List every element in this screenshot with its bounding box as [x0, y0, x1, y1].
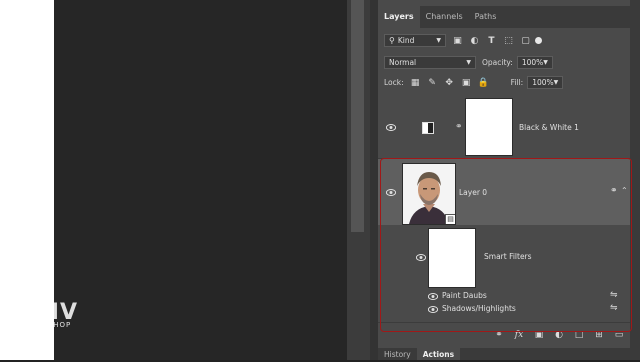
fill-label: Fill: [510, 78, 524, 87]
filter-row: ⚲ Kind ▼ ▣ ◐ T ⬚ ▢ [384, 34, 638, 47]
tab-paths[interactable]: Paths [469, 6, 503, 28]
chevron-down-icon: ▼ [436, 37, 441, 44]
chevron-down-icon: ▼ [466, 59, 471, 66]
link-chain-icon[interactable]: ⚭ [455, 122, 463, 132]
shape-filter-icon[interactable]: ⬚ [503, 35, 514, 46]
lock-artboard-icon[interactable]: ▣ [461, 77, 472, 88]
lock-transparent-icon[interactable]: ▦ [410, 77, 421, 88]
fill-field[interactable]: 100% ▼ [527, 76, 564, 89]
lock-all-icon[interactable]: 🔒 [478, 77, 489, 88]
watermark-logo: BLIV PHOTOSHOP [18, 300, 78, 329]
adjustment-filter-icon[interactable]: ◐ [469, 35, 480, 46]
chevron-down-icon: ▼ [553, 79, 559, 86]
lock-position-icon[interactable]: ✥ [444, 77, 455, 88]
scrollbar-thumb[interactable] [351, 0, 364, 232]
highlight-annotation [380, 158, 632, 332]
lock-label: Lock: [384, 78, 404, 87]
adjustment-layer-icon [422, 122, 434, 134]
tab-channels[interactable]: Channels [420, 6, 469, 28]
blend-mode-select[interactable]: Normal ▼ [384, 56, 476, 69]
opacity-value: 100% [521, 58, 544, 67]
fill-value: 100% [532, 78, 554, 87]
layer-row-black-white[interactable]: ⚭ Black & White 1 [378, 94, 632, 159]
blend-mode-value: Normal [389, 58, 417, 67]
smart-object-filter-icon[interactable]: ▢ [520, 35, 531, 46]
lock-image-icon[interactable]: ✎ [427, 77, 438, 88]
tab-layers[interactable]: Layers [378, 6, 420, 28]
panel-tabs: Layers Channels Paths [378, 6, 632, 28]
vertical-scrollbar[interactable] [347, 0, 370, 360]
layer-name[interactable]: Black & White 1 [519, 123, 579, 132]
panel-divider [370, 0, 378, 360]
bottom-panel-tabs: History Actions [378, 348, 632, 360]
search-icon: ⚲ [389, 36, 395, 45]
tab-actions[interactable]: Actions [416, 348, 461, 360]
filter-kind-select[interactable]: ⚲ Kind ▼ [384, 34, 446, 47]
chevron-down-icon: ▼ [543, 59, 548, 66]
pixel-filter-icon[interactable]: ▣ [452, 35, 463, 46]
lock-row: Lock: ▦ ✎ ✥ ▣ 🔒 Fill: 100% ▼ [384, 76, 638, 89]
tab-history[interactable]: History [378, 348, 417, 360]
opacity-field[interactable]: 100% ▼ [516, 56, 553, 69]
visibility-eye-icon[interactable] [386, 124, 396, 131]
layer-mask-thumbnail[interactable] [465, 98, 513, 156]
filter-toggle-icon[interactable] [535, 37, 542, 44]
filter-kind-label: Kind [397, 36, 415, 45]
type-filter-icon[interactable]: T [486, 35, 497, 46]
watermark-sub: PHOTOSHOP [18, 321, 72, 329]
document-canvas-area [54, 0, 347, 360]
blend-row: Normal ▼ Opacity: 100% ▼ [384, 56, 638, 69]
opacity-label: Opacity: [482, 58, 513, 67]
